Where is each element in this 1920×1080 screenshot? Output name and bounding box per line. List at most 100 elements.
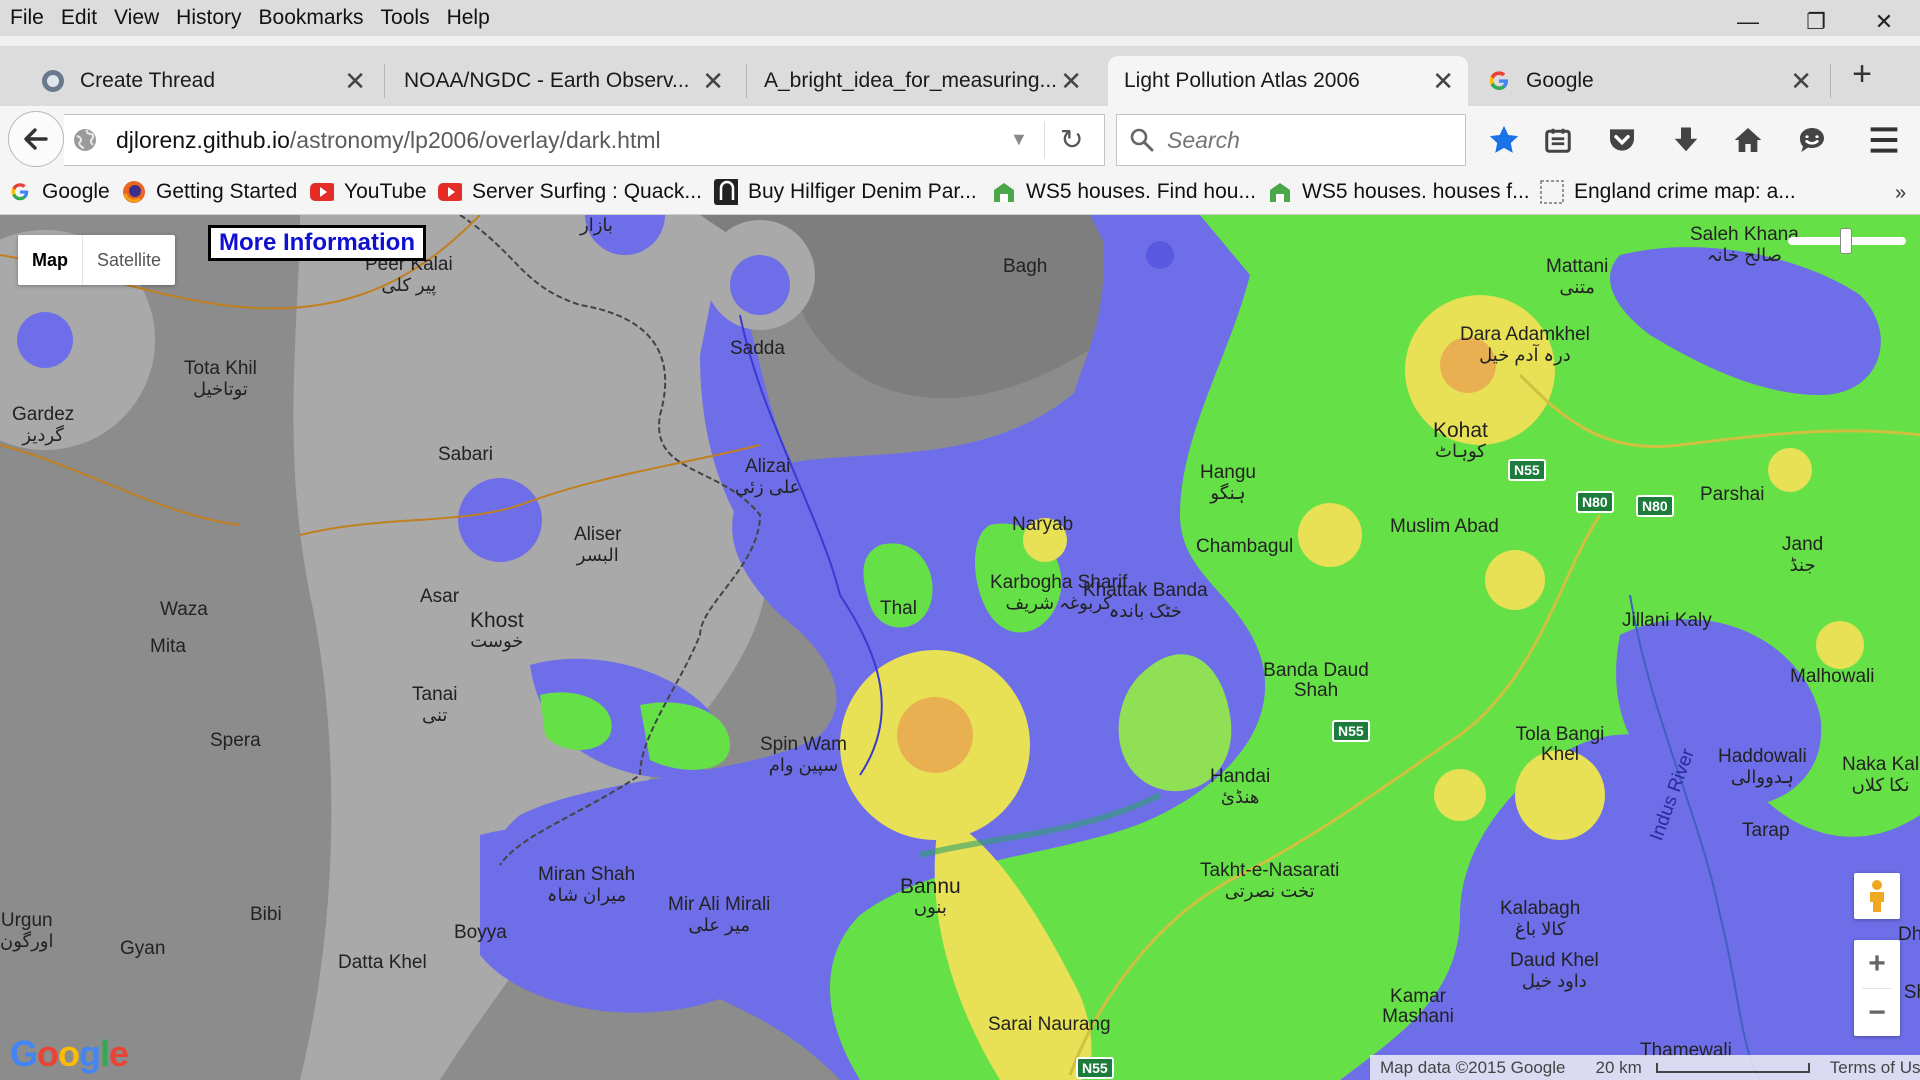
bookmark-england-crime-map[interactable]: England crime map: a... bbox=[1540, 180, 1796, 204]
place-datta-khel: Datta Khel bbox=[338, 952, 427, 973]
url-bar[interactable]: djlorenz.github.io/astronomy/lp2006/over… bbox=[64, 114, 1105, 166]
bookmark-google[interactable]: Google bbox=[8, 180, 110, 204]
home-icon[interactable] bbox=[1728, 120, 1768, 160]
place-handai: Handai ھنڈئ bbox=[1210, 766, 1271, 808]
tab-bright-idea[interactable]: A_bright_idea_for_measuring... ✕ bbox=[724, 56, 1096, 106]
place-sabari: Sabari bbox=[438, 444, 493, 465]
place-kamar-mashani: Kamar Mashani bbox=[1382, 986, 1454, 1027]
google-icon bbox=[1486, 68, 1512, 94]
hamburger-menu-icon[interactable] bbox=[1864, 120, 1904, 160]
place-tanai: Tanai تنی bbox=[412, 684, 458, 726]
close-window-button[interactable]: ✕ bbox=[1854, 0, 1914, 44]
search-box[interactable] bbox=[1116, 114, 1466, 166]
bookmark-getting-started[interactable]: Getting Started bbox=[122, 180, 297, 204]
map-canvas[interactable]: Peer Kalai پیر کلی Bagh Sadda Mattani متنی… bbox=[0, 215, 1920, 1080]
bookmark-server-surfing[interactable]: Server Surfing : Quack... bbox=[438, 180, 702, 204]
place-bannu: Bannu بنوں bbox=[900, 875, 961, 917]
google-logo-letter: G bbox=[10, 1033, 38, 1074]
reading-list-icon[interactable] bbox=[1538, 120, 1578, 160]
chat-icon[interactable] bbox=[1792, 120, 1832, 160]
zoom-out-button[interactable]: − bbox=[1854, 989, 1900, 1037]
menu-view[interactable]: View bbox=[114, 6, 168, 30]
google-logo-letter: l bbox=[100, 1033, 110, 1074]
tab-title: Google bbox=[1526, 69, 1594, 92]
amazon-icon bbox=[714, 179, 738, 205]
bookmark-youtube[interactable]: YouTube bbox=[310, 180, 427, 204]
search-input[interactable] bbox=[1165, 125, 1449, 155]
zoom-in-button[interactable]: + bbox=[1854, 940, 1900, 988]
bookmark-label: WS5 houses. houses f... bbox=[1302, 180, 1530, 203]
tab-noaa[interactable]: NOAA/NGDC - Earth Observ... ✕ bbox=[364, 56, 738, 106]
place-saleh-khana: Saleh Khana صالح خانہ bbox=[1690, 224, 1799, 266]
bookmark-ws5-houses-1[interactable]: WS5 houses. Find hou... bbox=[992, 180, 1256, 204]
restore-button[interactable]: ❐ bbox=[1786, 0, 1846, 44]
minimize-button[interactable]: — bbox=[1718, 0, 1778, 44]
bookmark-ws5-houses-2[interactable]: WS5 houses. houses f... bbox=[1268, 180, 1530, 204]
tab-title: A_bright_idea_for_measuring... bbox=[764, 69, 1058, 92]
url-dropdown-icon[interactable]: ▼ bbox=[1010, 129, 1028, 150]
reload-icon[interactable]: ↻ bbox=[1060, 123, 1083, 156]
place-mir-ali-mirali: Mir Ali Mirali میر علی bbox=[668, 894, 771, 936]
place-khost: Khost خوست bbox=[470, 609, 524, 651]
youtube-icon bbox=[438, 180, 462, 204]
place-bazar: بازار bbox=[580, 215, 613, 235]
close-tab-icon[interactable]: ✕ bbox=[1790, 66, 1812, 97]
street-view-pegman-icon[interactable] bbox=[1854, 873, 1900, 919]
youtube-icon bbox=[310, 180, 334, 204]
map-type-control: Map Satellite bbox=[18, 235, 176, 285]
url-path: /astronomy/lp2006/overlay/dark.html bbox=[289, 127, 661, 153]
place-khattak-banda: Khattak Banda خٹک باندہ bbox=[1083, 580, 1208, 622]
place-malhowali: Malhowali bbox=[1790, 666, 1875, 687]
pocket-icon[interactable] bbox=[1602, 120, 1642, 160]
slider-knob[interactable] bbox=[1840, 228, 1852, 254]
place-dara-adamkhel: Dara Adamkhel درہ آدم خیل bbox=[1460, 324, 1590, 366]
map-type-map-button[interactable]: Map bbox=[18, 235, 83, 285]
close-tab-icon[interactable]: ✕ bbox=[344, 66, 366, 97]
place-sarai-naurang: Sarai Naurang bbox=[988, 1014, 1111, 1035]
navigation-bar: djlorenz.github.io/astronomy/lp2006/over… bbox=[0, 106, 1920, 172]
menu-tools[interactable]: Tools bbox=[381, 6, 439, 30]
url-text[interactable]: djlorenz.github.io/astronomy/lp2006/over… bbox=[116, 127, 661, 154]
tab-google[interactable]: Google ✕ bbox=[1460, 56, 1826, 106]
place-jand: Jand جنڈ bbox=[1782, 534, 1824, 576]
place-kohat: Kohat کوہاٹ bbox=[1433, 419, 1488, 461]
google-logo-letter: g bbox=[79, 1033, 101, 1074]
terms-of-use-link[interactable]: Terms of Use bbox=[1820, 1058, 1920, 1078]
place-peer-kalai: Peer Kalai پیر کلی bbox=[365, 254, 453, 296]
place-thal: Thal bbox=[880, 598, 917, 619]
new-tab-button[interactable]: + bbox=[1842, 54, 1882, 94]
bookmarks-overflow-chevron-icon[interactable]: » bbox=[1895, 182, 1906, 205]
menu-file[interactable]: File bbox=[10, 6, 53, 30]
place-mita: Mita bbox=[150, 636, 186, 657]
tab-create-thread[interactable]: Create Thread ✕ bbox=[0, 56, 380, 106]
place-parshai: Parshai bbox=[1700, 484, 1765, 505]
menu-edit[interactable]: Edit bbox=[61, 6, 106, 30]
place-daud-khel: Daud Khel داود خیل bbox=[1510, 950, 1599, 992]
globe-icon[interactable] bbox=[72, 127, 98, 158]
place-takht-e-nasarati: Takht-e-Nasarati تخت نصرتی bbox=[1200, 860, 1340, 902]
opacity-slider[interactable] bbox=[1788, 228, 1906, 254]
bookmark-label: Getting Started bbox=[156, 180, 298, 203]
download-icon[interactable] bbox=[1666, 120, 1706, 160]
close-tab-icon[interactable]: ✕ bbox=[702, 66, 724, 97]
close-tab-icon[interactable]: ✕ bbox=[1432, 66, 1454, 97]
road-sign-n55: N55 bbox=[1332, 720, 1370, 742]
place-dh: Dh bbox=[1898, 924, 1920, 945]
menu-history[interactable]: History bbox=[176, 6, 250, 30]
bookmark-hilfiger[interactable]: Buy Hilfiger Denim Par... bbox=[714, 179, 977, 205]
menu-bar: File Edit View History Bookmarks Tools H… bbox=[0, 0, 1920, 36]
tab-light-pollution-atlas[interactable]: Light Pollution Atlas 2006 ✕ bbox=[1108, 56, 1468, 106]
google-logo-letter: e bbox=[109, 1033, 129, 1074]
close-tab-icon[interactable]: ✕ bbox=[1060, 66, 1082, 97]
menu-bookmarks[interactable]: Bookmarks bbox=[259, 6, 373, 30]
back-button[interactable] bbox=[8, 111, 64, 167]
bookmarks-toolbar: Google Getting Started YouTube Server Su… bbox=[0, 172, 1920, 215]
map-type-satellite-button[interactable]: Satellite bbox=[83, 235, 175, 285]
bookmark-star-icon[interactable] bbox=[1484, 120, 1524, 160]
menu-help[interactable]: Help bbox=[447, 6, 499, 30]
scale-indicator[interactable]: 20 km bbox=[1576, 1058, 1820, 1078]
bookmark-label: Google bbox=[42, 180, 110, 203]
google-logo: Google bbox=[10, 1033, 129, 1075]
place-gyan: Gyan bbox=[120, 938, 166, 959]
more-information-button[interactable]: More Information bbox=[208, 225, 426, 261]
